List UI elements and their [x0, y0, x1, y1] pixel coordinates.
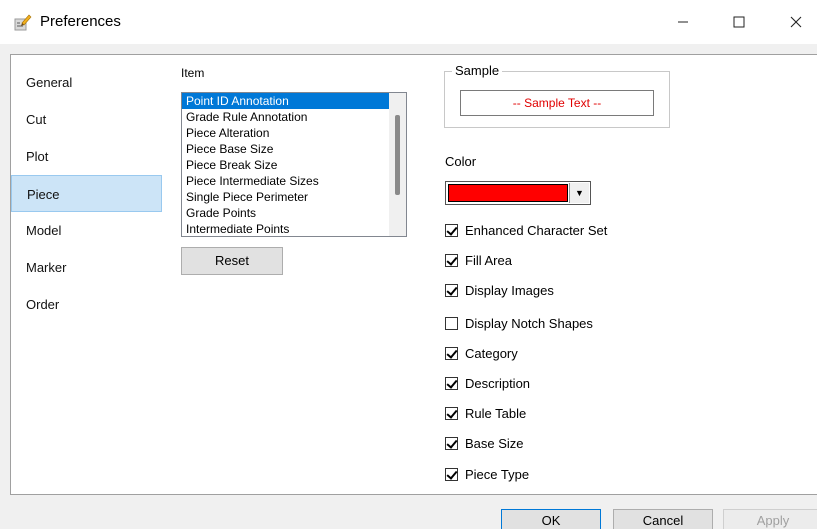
maximize-icon	[733, 16, 745, 28]
title-bar: Preferences	[0, 0, 817, 44]
checkbox-box[interactable]	[445, 223, 458, 237]
reset-button[interactable]: Reset	[181, 247, 283, 275]
category-sidebar: General Cut Plot Piece Model Marker Orde…	[10, 54, 162, 495]
maximize-button[interactable]	[716, 0, 762, 44]
enhanced-character-set-checkbox[interactable]: Enhanced Character Set	[445, 221, 607, 239]
minimize-button[interactable]	[660, 0, 706, 44]
ok-button[interactable]: OK	[501, 509, 601, 529]
checkbox-label: Enhanced Character Set	[465, 222, 608, 238]
sidebar-item-label: Plot	[26, 149, 49, 164]
checkbox-box[interactable]	[445, 376, 458, 390]
dropdown-arrow-icon[interactable]: ▼	[569, 183, 589, 203]
apply-button[interactable]: Apply	[723, 509, 817, 529]
checkbox-label: Description	[465, 375, 531, 391]
sidebar-item-label: General	[26, 75, 73, 90]
fill-area-checkbox[interactable]: Fill Area	[445, 251, 512, 269]
list-item[interactable]: Point ID Annotation	[182, 93, 389, 109]
preferences-pencil-icon	[14, 13, 32, 31]
checkbox-label: Rule Table	[465, 405, 527, 421]
sidebar-item-label: Marker	[26, 260, 67, 275]
dialog-body: General Cut Plot Piece Model Marker Orde…	[0, 44, 817, 529]
scroll-thumb[interactable]	[395, 115, 400, 195]
sidebar-item-model[interactable]: Model	[11, 212, 162, 249]
minimize-icon	[678, 21, 688, 23]
sidebar-item-label: Cut	[26, 112, 47, 127]
sidebar-item-general[interactable]: General	[11, 64, 162, 101]
checkbox-label: Fill Area	[465, 252, 512, 268]
piece-type-checkbox[interactable]: Piece Type	[445, 465, 529, 483]
item-listbox[interactable]: Point ID Annotation Grade Rule Annotatio…	[181, 92, 407, 237]
list-item[interactable]: Piece Base Size	[182, 141, 406, 157]
list-scrollbar[interactable]	[389, 93, 406, 236]
color-swatch	[448, 184, 568, 202]
description-checkbox[interactable]: Description	[445, 374, 530, 392]
base-size-checkbox[interactable]: Base Size	[445, 434, 524, 452]
color-label: Color	[445, 154, 477, 169]
sample-legend: Sample	[452, 63, 503, 78]
sidebar-item-piece[interactable]: Piece	[11, 175, 162, 212]
checkbox-box[interactable]	[445, 436, 458, 450]
list-item[interactable]: Piece Break Size	[182, 157, 406, 173]
piece-settings-panel: Item Point ID Annotation Grade Rule Anno…	[162, 54, 817, 495]
display-notch-shapes-checkbox[interactable]: Display Notch Shapes	[445, 314, 593, 332]
rule-table-checkbox[interactable]: Rule Table	[445, 404, 526, 422]
checkbox-box[interactable]	[445, 406, 458, 420]
item-list-label: Item	[181, 66, 205, 80]
sample-text-preview: -- Sample Text --	[460, 90, 654, 116]
checkbox-label: Piece Type	[465, 466, 530, 482]
list-item[interactable]: Piece Intermediate Sizes	[182, 173, 406, 189]
list-item[interactable]: Intermediate Points	[182, 221, 406, 236]
list-item[interactable]: Grade Points	[182, 205, 406, 221]
sidebar-item-plot[interactable]: Plot	[11, 138, 162, 175]
sidebar-item-order[interactable]: Order	[11, 286, 162, 323]
checkbox-label: Display Notch Shapes	[465, 315, 593, 331]
sidebar-item-label: Piece	[27, 187, 60, 202]
close-icon	[790, 16, 802, 28]
checkbox-box[interactable]	[445, 316, 458, 330]
close-button[interactable]	[773, 0, 817, 44]
checkbox-label: Base Size	[465, 435, 524, 451]
cancel-button[interactable]: Cancel	[613, 509, 713, 529]
color-dropdown[interactable]: ▼	[445, 181, 591, 205]
checkbox-box[interactable]	[445, 283, 458, 297]
display-images-checkbox[interactable]: Display Images	[445, 281, 554, 299]
window-title: Preferences	[40, 13, 121, 30]
checkbox-box[interactable]	[445, 253, 458, 267]
list-item[interactable]: Grade Rule Annotation	[182, 109, 406, 125]
checkbox-box[interactable]	[445, 346, 458, 360]
checkbox-box[interactable]	[445, 467, 458, 481]
checkbox-label: Display Images	[465, 282, 554, 298]
sidebar-item-marker[interactable]: Marker	[11, 249, 162, 286]
list-item[interactable]: Single Piece Perimeter	[182, 189, 406, 205]
sidebar-item-cut[interactable]: Cut	[11, 101, 162, 138]
sidebar-item-label: Order	[26, 297, 60, 312]
sidebar-item-label: Model	[26, 223, 62, 238]
category-checkbox[interactable]: Category	[445, 344, 518, 362]
checkbox-label: Category	[465, 345, 518, 361]
list-item[interactable]: Piece Alteration	[182, 125, 406, 141]
